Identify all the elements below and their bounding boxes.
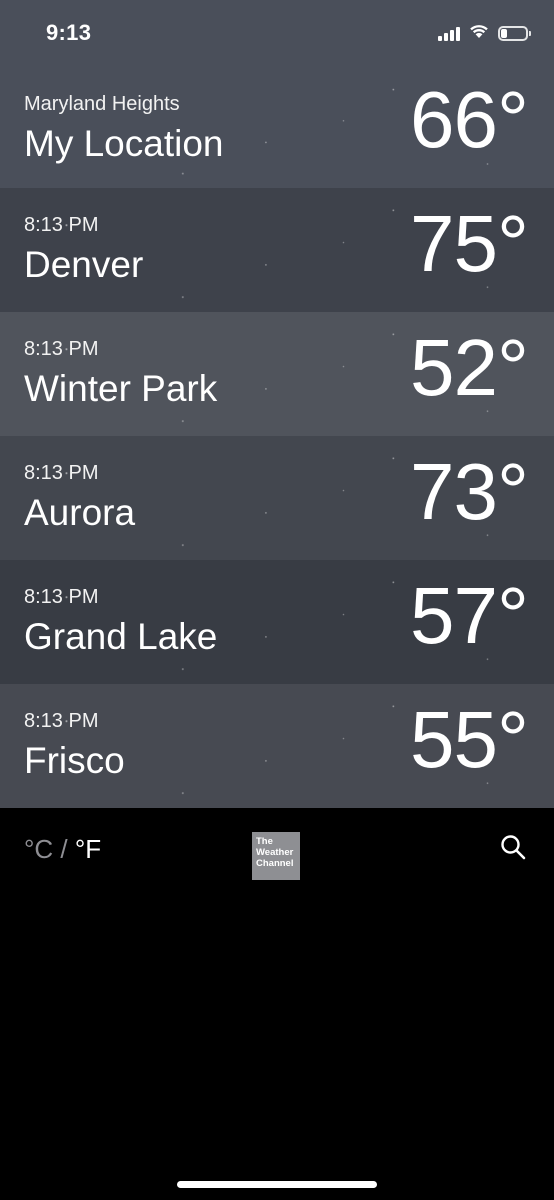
city-name: Aurora [24,492,136,533]
city-row[interactable]: Maryland Heights My Location 66° [0,68,554,188]
search-icon [501,835,526,860]
battery-icon [498,25,531,41]
city-row[interactable]: 8:13 PM Aurora 73° [0,436,554,560]
local-time: 8:13 PM [24,338,99,360]
local-time: 8:13 PM [24,462,99,484]
status-time: 9:13 [46,20,92,45]
cellular-signal-icon [438,25,460,41]
bottom-toolbar: °C / °F The Weather Channel [0,810,554,1200]
battery-level [501,28,507,38]
city-name: My Location [24,123,224,164]
fahrenheit-label: °F [74,834,102,864]
logo-line: Weather [256,847,294,858]
city-name: Winter Park [24,368,218,409]
city-row[interactable]: 8:13 PM Frisco 55° [0,684,554,808]
search-button[interactable] [500,834,530,864]
city-temperature: 75° [410,199,529,288]
wifi-icon [468,23,490,44]
city-name: Grand Lake [24,616,218,657]
city-temperature: 57° [410,571,529,660]
weather-channel-logo[interactable]: The Weather Channel [252,832,300,880]
home-indicator[interactable] [177,1181,377,1188]
status-bar: 9:13 [0,0,554,68]
city-temperature: 52° [410,323,529,412]
city-name: Denver [24,244,144,285]
location-subtitle: Maryland Heights [24,93,180,115]
unit-separator: / [53,834,75,864]
weather-app-screen: 9:13 Maryland Heights My Location 66° 8:13 … [0,0,554,1200]
city-row[interactable]: 8:13 PM Denver 75° [0,188,554,312]
logo-line: Channel [256,858,294,869]
logo-line: The [256,836,273,847]
city-temperature: 66° [410,75,529,164]
city-list: Maryland Heights My Location 66° 8:13 PM Den… [0,68,554,808]
city-row[interactable]: 8:13 PM Winter Park 52° [0,312,554,436]
status-icons [438,22,531,44]
city-row[interactable]: 8:13 PM Grand Lake 57° [0,560,554,684]
city-name: Frisco [24,740,125,781]
city-temperature: 73° [410,447,529,536]
city-temperature: 55° [410,695,529,784]
unit-toggle-button[interactable]: °C / °F [24,834,101,865]
local-time: 8:13 PM [24,214,99,236]
celsius-label: °C [24,834,54,864]
local-time: 8:13 PM [24,710,99,732]
local-time: 8:13 PM [24,586,99,608]
